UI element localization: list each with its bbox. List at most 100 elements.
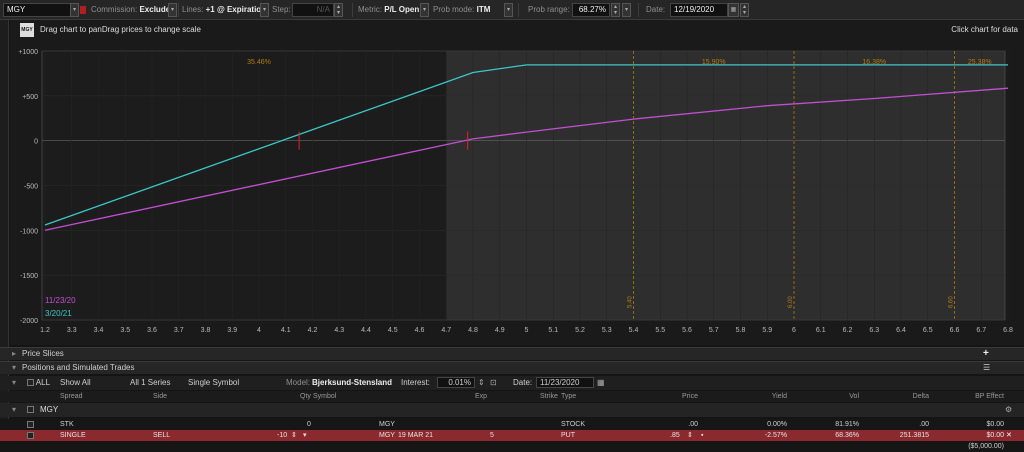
pos-calendar-icon[interactable]: ▦	[597, 376, 605, 390]
col-strike[interactable]: Strike	[540, 391, 558, 402]
lines-dropdown-icon[interactable]: ▾	[260, 3, 269, 17]
prob-range-stepper[interactable]: ▴ ▾	[611, 3, 620, 17]
risk-profile-chart[interactable]: MGY Drag chart to panDrag prices to chan…	[10, 20, 1024, 345]
y-tick-label: +1000	[18, 49, 38, 56]
step-stepper[interactable]: ▴ ▾	[334, 3, 343, 17]
metric-label: Metric:	[358, 5, 382, 14]
cell-qty[interactable]: -10	[277, 430, 287, 441]
group-symbol: MGY	[40, 405, 59, 414]
x-tick-label: 6.6	[950, 327, 960, 334]
separator	[178, 3, 179, 17]
plot-svg[interactable]: +1000 +500 0 -500 -1000 -1500 -20001.2 3.3 3.4 3.…	[10, 20, 1024, 345]
price-slice-label: 5.40	[628, 296, 634, 308]
cell-spread: SINGLE	[60, 432, 86, 439]
date-field[interactable]: 12/19/2020	[670, 3, 728, 17]
cell-type[interactable]: PUT	[561, 430, 575, 441]
x-tick-label: 6.3	[869, 327, 879, 334]
cell-symbol: MGY	[379, 432, 395, 439]
bp-total: ($5,000.00)	[968, 443, 1004, 450]
x-tick-label: 4.8	[468, 327, 478, 334]
x-tick-label: 4.3	[334, 327, 344, 334]
cell-yield: 0.00%	[767, 421, 787, 428]
expand-all-icon[interactable]: ▾	[12, 376, 16, 390]
col-spread[interactable]: Spread	[60, 391, 83, 402]
interest-stepper[interactable]: ⇕	[478, 376, 485, 390]
group-row-mgy[interactable]: ▾ MGY ⚙	[0, 403, 1024, 417]
qty-stepper-icon[interactable]: ⇕	[291, 430, 297, 441]
positions-bar[interactable]: ▾ Positions and Simulated Trades ☰	[0, 361, 1024, 374]
commission-value[interactable]: Exclude	[139, 5, 170, 14]
col-yield[interactable]: Yield	[772, 391, 787, 402]
positions-label: Positions and Simulated Trades	[22, 363, 135, 372]
separator	[352, 3, 353, 17]
col-vol[interactable]: Vol	[849, 391, 859, 402]
remove-row-icon[interactable]: ✕	[1006, 430, 1012, 441]
series-dropdown[interactable]: All 1 Series	[130, 376, 170, 390]
group-checkbox[interactable]	[27, 406, 34, 414]
price-slices-bar[interactable]: ▸ Price Slices +	[0, 347, 1024, 360]
col-delta[interactable]: Delta	[913, 391, 929, 402]
x-tick-label: 4.7	[441, 327, 451, 334]
metric-dropdown-icon[interactable]: ▾	[420, 3, 429, 17]
lock-icon[interactable]: ⊡	[490, 376, 497, 390]
model-dropdown[interactable]: Bjerksund-Stensland	[312, 376, 392, 390]
step-field[interactable]: N/A	[292, 3, 334, 17]
prob-mode-value[interactable]: ITM	[477, 5, 491, 14]
x-tick-label: 6.2	[843, 327, 853, 334]
date-stepper[interactable]: ▴ ▾	[740, 3, 749, 17]
cell-delta: .00	[919, 421, 929, 428]
col-exp[interactable]: Exp	[475, 391, 487, 402]
lines-value[interactable]: +1 @ Expiration	[206, 5, 266, 14]
y-tick-label: -1000	[20, 228, 38, 235]
cell-price[interactable]: .85	[670, 430, 680, 441]
row-checkbox[interactable]	[27, 431, 34, 439]
table-row[interactable]: SINGLE SELL -10 ⇕ ▾ MGY 19 MAR 21 5 PUT …	[0, 430, 1024, 441]
cell-exp[interactable]: 19 MAR 21	[398, 430, 433, 441]
show-all-dropdown[interactable]: Show All	[60, 376, 91, 390]
menu-icon[interactable]: ☰	[983, 362, 990, 374]
all-checkbox[interactable]	[27, 379, 34, 387]
x-tick-label: 5.5	[655, 327, 665, 334]
col-qty[interactable]: Qty	[300, 391, 311, 402]
cell-side[interactable]: SELL	[153, 430, 170, 441]
model-label: Model:	[286, 378, 311, 387]
add-slice-button[interactable]: +	[983, 348, 989, 360]
single-symbol-dropdown[interactable]: Single Symbol	[188, 376, 239, 390]
qty-dropdown-icon[interactable]: ▾	[303, 430, 307, 441]
metric-value[interactable]: P/L Open	[384, 5, 419, 14]
symbol-field[interactable]: MGY	[3, 3, 71, 17]
col-bp-effect[interactable]: BP Effect	[975, 391, 1004, 402]
interest-field[interactable]: 0.01%	[437, 377, 475, 388]
x-tick-label: 5.9	[762, 327, 772, 334]
x-tick-label: 5	[525, 327, 529, 334]
commission-dropdown-icon[interactable]: ▾	[168, 3, 177, 17]
prob-mode-dropdown-icon[interactable]: ▾	[504, 3, 513, 17]
commission-label: Commission:	[91, 5, 138, 14]
collapse-arrow-icon[interactable]: ▾	[12, 362, 16, 374]
row-checkbox[interactable]	[27, 420, 34, 428]
symbol-dropdown-icon[interactable]: ▾	[70, 3, 79, 17]
x-tick-label: 3.7	[174, 327, 184, 334]
x-tick-label: 4.6	[415, 327, 425, 334]
col-type[interactable]: Type	[561, 391, 576, 402]
col-side[interactable]: Side	[153, 391, 167, 402]
expand-arrow-icon[interactable]: ▸	[12, 348, 16, 360]
col-symbol[interactable]: Symbol	[313, 391, 336, 402]
prob-range-field[interactable]: 68.27%	[572, 3, 610, 17]
alert-icon	[80, 6, 86, 14]
cell-price: .00	[688, 421, 698, 428]
x-tick-label: 5.1	[548, 327, 558, 334]
calendar-icon[interactable]: ▦	[728, 3, 739, 17]
price-lock-icon[interactable]: ▪	[701, 430, 703, 441]
price-stepper-icon[interactable]: ⇕	[687, 430, 693, 441]
pos-date-field[interactable]: 11/23/2020	[536, 377, 594, 388]
x-tick-label: 4.1	[281, 327, 291, 334]
settings-gear-icon[interactable]: ⚙	[1005, 403, 1012, 417]
cell-bp-effect: $0.00	[986, 421, 1004, 428]
group-collapse-icon[interactable]: ▾	[12, 403, 16, 417]
table-row[interactable]: STK 0 MGY STOCK .00 0.00% 81.91% .00 $0.…	[0, 419, 1024, 430]
cell-strike[interactable]: 5	[490, 430, 494, 441]
x-tick-label: 5.2	[575, 327, 585, 334]
col-price[interactable]: Price	[682, 391, 698, 402]
prob-range-dropdown-icon[interactable]: ▾	[622, 3, 631, 17]
